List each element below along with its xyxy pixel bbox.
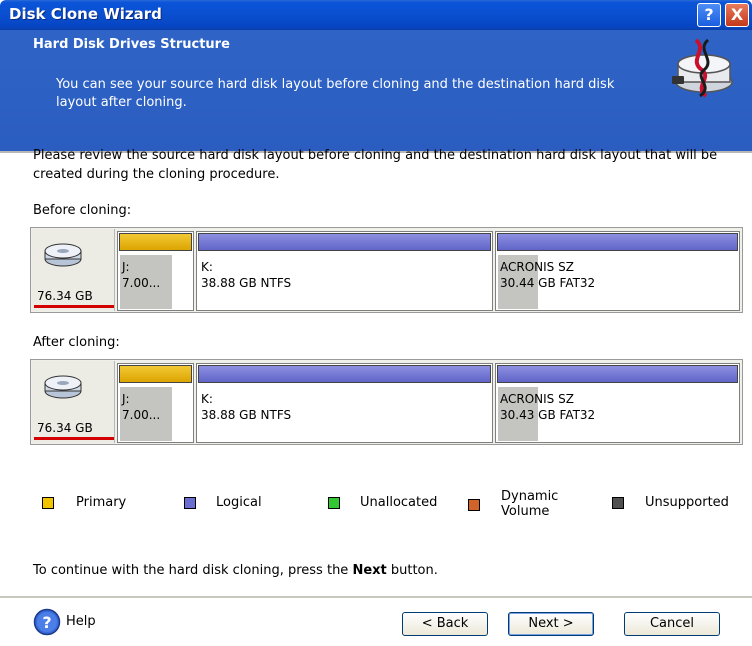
partition-name: K:	[201, 392, 213, 406]
partition-name: J:	[122, 392, 130, 406]
legend-swatch-unsupported	[612, 497, 624, 509]
partition-info: 7.00...	[122, 408, 161, 422]
continue-next-word: Next	[352, 563, 387, 578]
help-icon[interactable]: ?	[33, 608, 61, 636]
continue-suffix: button.	[386, 563, 438, 578]
partition-name: ACRONIS SZ	[500, 260, 574, 274]
disk-capacity-bar	[34, 437, 114, 440]
disk-size: 76.34 GB	[37, 421, 93, 435]
continue-instruction: To continue with the hard disk cloning, …	[33, 563, 438, 578]
title-bar[interactable]: Disk Clone Wizard ? X	[0, 0, 752, 30]
hard-disk-icon	[44, 375, 82, 399]
disk-capacity-bar	[34, 305, 114, 308]
hard-disk-icon	[44, 243, 82, 267]
partition-primary[interactable]: J: 7.00...	[117, 231, 194, 311]
partition-name: J:	[122, 260, 130, 274]
partition-label: ACRONIS SZ 30.44 GB FAT32	[500, 259, 595, 291]
partition-label: ACRONIS SZ 30.43 GB FAT32	[500, 391, 595, 423]
after-disk-panel: 76.34 GB J: 7.00... K: 38.88 GB NTFS ACR…	[30, 359, 743, 445]
partition-logical[interactable]: ACRONIS SZ 30.43 GB FAT32	[495, 363, 740, 443]
before-disk-panel: 76.34 GB J: 7.00... K: 38.88 GB NTFS ACR…	[30, 227, 743, 313]
back-button[interactable]: < Back	[402, 612, 488, 636]
disk-clone-icon	[672, 38, 733, 98]
before-cloning-label: Before cloning:	[33, 203, 132, 218]
legend-dynamic-volume: Dynamic Volume	[501, 489, 558, 519]
partition-label: J: 7.00...	[122, 259, 160, 291]
partition-info: 38.88 GB NTFS	[201, 408, 292, 422]
partition-label: K: 38.88 GB NTFS	[201, 391, 291, 423]
after-disk-cell[interactable]: 76.34 GB	[32, 361, 115, 443]
next-button[interactable]: Next >	[508, 612, 594, 636]
header-title: Hard Disk Drives Structure	[33, 37, 230, 52]
close-button[interactable]: X	[725, 3, 749, 27]
legend-swatch-primary	[42, 497, 54, 509]
partition-type-bar	[497, 233, 738, 251]
partition-name: ACRONIS SZ	[500, 392, 574, 406]
cancel-button[interactable]: Cancel	[624, 612, 720, 636]
partition-label: J: 7.00...	[122, 391, 160, 423]
partition-type-bar	[497, 365, 738, 383]
legend-swatch-dynamic-volume	[468, 499, 480, 511]
partition-info: 38.88 GB NTFS	[201, 276, 292, 290]
svg-text:?: ?	[42, 613, 51, 632]
partition-primary[interactable]: J: 7.00...	[117, 363, 194, 443]
header-description: You can see your source hard disk layout…	[56, 77, 615, 110]
legend-swatch-unallocated	[328, 497, 340, 509]
partition-logical[interactable]: ACRONIS SZ 30.44 GB FAT32	[495, 231, 740, 311]
legend-logical: Logical	[216, 495, 262, 510]
legend-swatch-logical	[184, 497, 196, 509]
partition-type-bar	[119, 365, 192, 383]
legend-unallocated: Unallocated	[360, 495, 438, 510]
legend-dynamic-line2: Volume	[501, 504, 550, 519]
disk-size: 76.34 GB	[37, 289, 93, 303]
wizard-header: Hard Disk Drives Structure You can see y…	[0, 30, 752, 153]
partition-info: 7.00...	[122, 276, 161, 290]
legend-primary: Primary	[76, 495, 127, 510]
partition-info: 30.44 GB FAT32	[500, 276, 596, 290]
partition-label: K: 38.88 GB NTFS	[201, 259, 291, 291]
partition-type-bar	[198, 365, 491, 383]
intro-text: Please review the source hard disk layou…	[33, 148, 718, 182]
partition-info: 30.43 GB FAT32	[500, 408, 596, 422]
legend-unsupported: Unsupported	[645, 495, 729, 510]
partition-name: K:	[201, 260, 213, 274]
partition-logical[interactable]: K: 38.88 GB NTFS	[196, 231, 493, 311]
window-title: Disk Clone Wizard	[9, 5, 162, 23]
title-help-button[interactable]: ?	[697, 3, 721, 27]
footer-separator	[0, 596, 752, 598]
partition-type-bar	[119, 233, 192, 251]
continue-prefix: To continue with the hard disk cloning, …	[33, 563, 353, 578]
before-disk-cell[interactable]: 76.34 GB	[32, 229, 115, 311]
after-cloning-label: After cloning:	[33, 335, 120, 350]
legend-dynamic-line1: Dynamic	[501, 489, 559, 504]
partition-type-bar	[198, 233, 491, 251]
help-link[interactable]: Help	[66, 614, 96, 629]
partition-logical[interactable]: K: 38.88 GB NTFS	[196, 363, 493, 443]
